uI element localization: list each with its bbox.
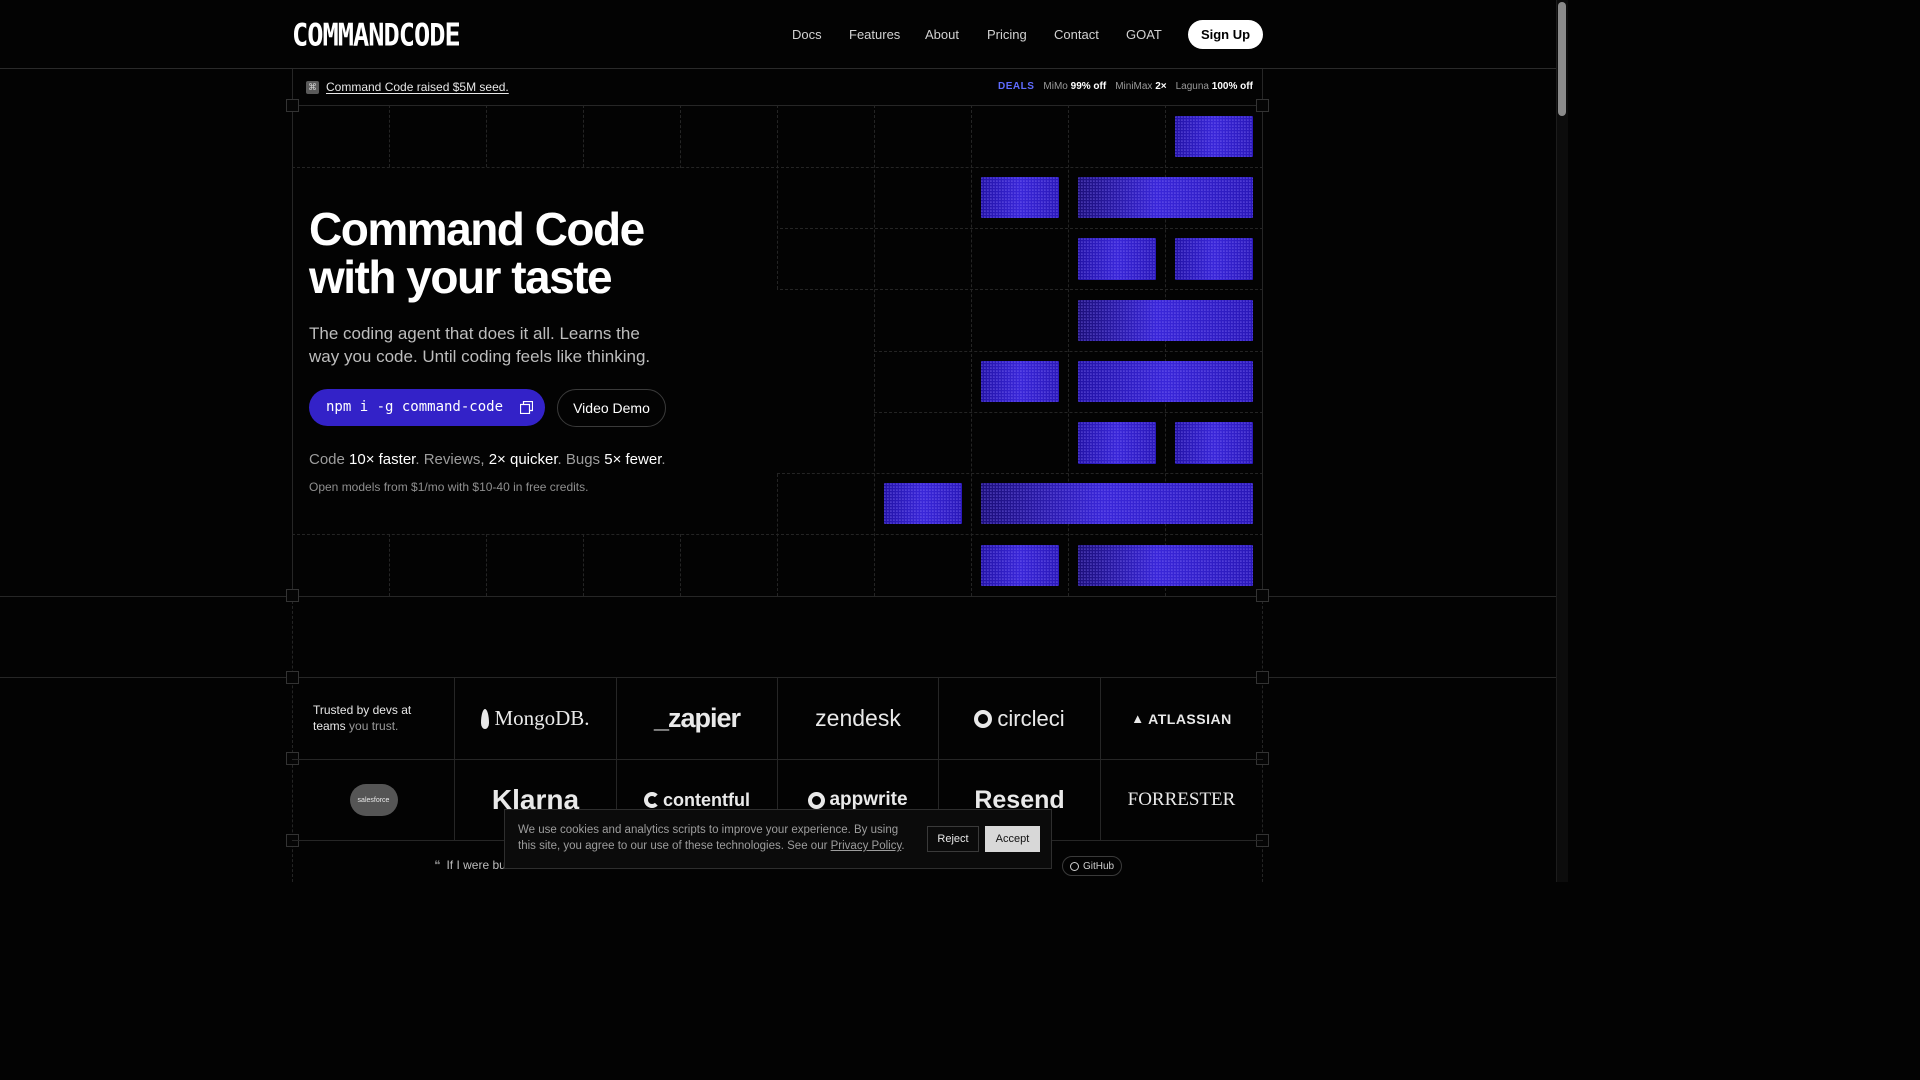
contentful-icon <box>644 792 660 808</box>
corner-marker <box>286 99 299 112</box>
pixel-block <box>981 483 1253 524</box>
divider <box>0 596 1556 597</box>
grid-line <box>777 474 778 596</box>
nav-pricing[interactable]: Pricing <box>987 27 1027 42</box>
grid-line <box>486 105 487 167</box>
video-demo-button[interactable]: Video Demo <box>557 389 666 427</box>
grid-line <box>680 534 681 596</box>
atlassian-logo: ▲ ATLASSIAN <box>1131 710 1232 727</box>
pixel-block <box>1175 238 1253 280</box>
grid-line <box>389 534 390 596</box>
github-icon <box>1069 861 1079 871</box>
frame-right <box>1262 69 1263 597</box>
command-code-logo[interactable]: COMMANDCODE <box>292 18 461 54</box>
reject-button[interactable]: Reject <box>927 826 979 852</box>
pixel-block <box>1078 422 1156 464</box>
announcement-bar: ⌘ Command Code raised $5M seed. <box>306 80 509 94</box>
copy-icon[interactable] <box>520 401 533 414</box>
accept-button[interactable]: Accept <box>985 826 1040 852</box>
mongodb-logo: MongoDB. <box>455 678 616 759</box>
appwrite-icon <box>808 791 826 809</box>
deal-item[interactable]: MiniMax 2× <box>1115 81 1166 92</box>
pixel-block <box>981 545 1059 586</box>
corner-marker <box>286 589 299 602</box>
quote-icon: ❝ <box>434 858 441 872</box>
pixel-block <box>1078 177 1253 218</box>
pixel-block <box>1078 238 1156 280</box>
nav-goat[interactable]: GOAT <box>1126 27 1162 42</box>
pixel-block <box>981 361 1059 402</box>
pixel-block <box>1078 300 1253 341</box>
grid-line <box>292 534 1263 535</box>
privacy-policy-link[interactable]: Privacy Policy <box>831 840 902 852</box>
grid-line <box>583 105 584 167</box>
zendesk-logo: zendesk <box>815 705 901 731</box>
deals-bar: DEALS MiMo 99% off MiniMax 2× Laguna 100… <box>998 81 1253 92</box>
deal-item[interactable]: MiMo 99% off <box>1043 81 1106 92</box>
nav-about[interactable]: About <box>925 27 959 42</box>
grid-line <box>583 534 584 596</box>
zapier-logo: _zapier <box>653 703 741 733</box>
leaf-icon <box>481 708 490 729</box>
corner-marker <box>286 671 299 684</box>
forrester-logo: FORRESTER <box>1127 789 1236 810</box>
atlassian-icon: ▲ <box>1131 711 1145 726</box>
circleci-logo: circleci <box>939 678 1100 759</box>
pixel-block <box>884 483 962 524</box>
site-header: COMMANDCODE Docs Features About Pricing … <box>0 0 1556 69</box>
grid-line <box>777 105 778 289</box>
testimonial-quote: ❝ If I were bu <box>434 858 506 872</box>
announcement-link[interactable]: Command Code raised $5M seed. <box>326 80 509 94</box>
grid-line <box>874 351 1263 352</box>
grid-line <box>389 105 390 167</box>
deal-item[interactable]: Laguna 100% off <box>1176 81 1253 92</box>
pixel-block <box>981 177 1059 218</box>
scrollbar-track[interactable] <box>1556 0 1568 882</box>
grid-line <box>777 473 1263 474</box>
github-button[interactable]: GitHub <box>1062 856 1122 876</box>
trusted-label: Trusted by devs at teams you trust. <box>313 703 412 733</box>
hero-subtitle: The coding agent that does it all. Learn… <box>309 324 651 366</box>
nav-docs[interactable]: Docs <box>792 27 822 42</box>
pixel-block <box>1078 545 1253 586</box>
pixel-block <box>1175 116 1253 157</box>
corner-marker <box>1256 589 1269 602</box>
hero-title: Command Code with your taste <box>309 203 645 303</box>
grid-line <box>874 412 1263 413</box>
cookie-text: We use cookies and analytics scripts to … <box>518 824 905 852</box>
sign-up-button[interactable]: Sign Up <box>1188 20 1263 49</box>
deals-label: DEALS <box>998 81 1035 92</box>
corner-marker <box>1256 99 1269 112</box>
pixel-block <box>1175 422 1253 464</box>
pricing-note: Open models from $1/mo with $10-40 in fr… <box>309 480 589 494</box>
install-command[interactable]: npm i -g command-code <box>309 389 545 426</box>
nav-features[interactable]: Features <box>849 27 900 42</box>
nav-contact[interactable]: Contact <box>1054 27 1099 42</box>
cookie-banner: We use cookies and analytics scripts to … <box>504 809 1052 869</box>
scrollbar-thumb[interactable] <box>1558 2 1566 116</box>
command-icon: ⌘ <box>306 80 319 94</box>
salesforce-logo: salesforce <box>293 760 454 840</box>
hero-stats: Code 10× faster. Reviews, 2× quicker. Bu… <box>309 451 666 468</box>
pixel-block <box>1078 361 1253 402</box>
grid-line <box>486 534 487 596</box>
circleci-icon <box>974 709 993 728</box>
